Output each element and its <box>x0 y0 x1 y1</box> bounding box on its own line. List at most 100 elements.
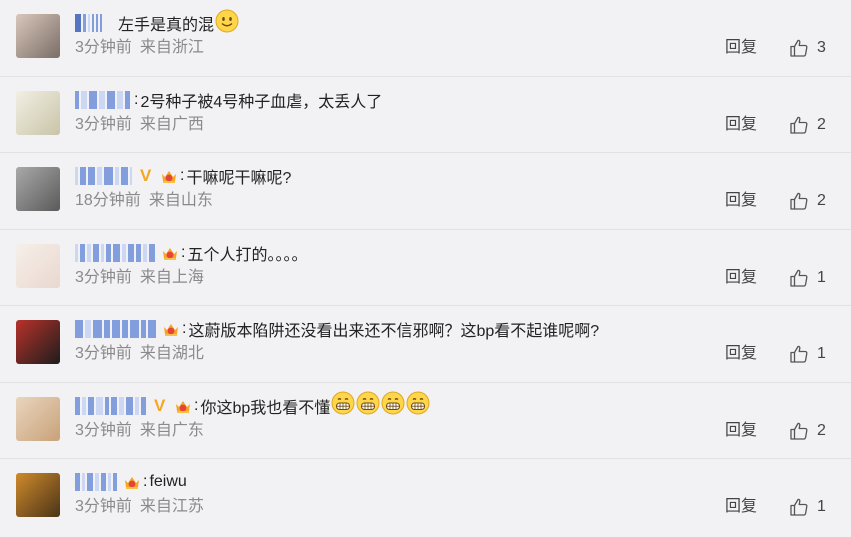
emoji-group <box>214 9 239 38</box>
comment-item: : feiwu 3分钟前 来自江苏 回复 1 <box>0 459 851 536</box>
smile-emoji-icon <box>215 9 239 33</box>
comment-time: 18分钟前 <box>75 192 141 209</box>
reply-button[interactable]: 回复 <box>725 343 757 365</box>
comment-item: V : 干嘛呢干嘛呢? 18分钟前 来自山东 回复 2 <box>0 153 851 230</box>
avatar[interactable] <box>16 167 60 211</box>
comment-meta: 3分钟前 来自上海 <box>75 267 204 289</box>
reply-button[interactable]: 回复 <box>725 114 757 136</box>
avatar[interactable] <box>16 243 60 288</box>
redaction-bar <box>92 14 94 32</box>
redaction-bar <box>88 14 90 32</box>
grin-emoji-icon <box>381 391 405 415</box>
username-redacted[interactable] <box>75 470 119 494</box>
comment-text: 2号种子被4号种子血虐，太丢人了 <box>140 93 383 111</box>
redaction-bar <box>122 320 128 338</box>
redaction-bar <box>75 14 81 32</box>
like-button[interactable]: 1 <box>789 266 826 290</box>
thumbs-up-icon <box>790 498 808 516</box>
separator-colon: : <box>143 473 148 490</box>
username-redacted[interactable] <box>75 394 148 418</box>
comment-text: 五个人打的。。。。 <box>187 246 308 264</box>
redaction-bar <box>89 90 97 109</box>
username-redacted[interactable] <box>75 11 104 35</box>
username-redacted[interactable] <box>75 317 158 341</box>
redaction-bar <box>80 167 86 185</box>
vip-crown-icon <box>174 397 192 415</box>
redaction-bar <box>105 396 109 415</box>
comment-location: 来自广西 <box>139 115 204 133</box>
redaction-bar <box>101 243 104 262</box>
like-button[interactable]: 1 <box>789 495 826 519</box>
grin-emoji-icon <box>406 391 430 415</box>
thumbs-up-icon <box>790 422 808 440</box>
emoji-group <box>330 391 430 420</box>
comment-time: 3分钟前 <box>75 498 132 515</box>
comment-line: : 这蔚版本陷阱还没看出来还不信邪啊？这bp看不起谁呢啊? <box>75 314 831 344</box>
redaction-bar <box>88 396 94 415</box>
redaction-bar <box>93 320 102 338</box>
reply-button[interactable]: 回复 <box>725 267 757 289</box>
like-button[interactable]: 2 <box>789 113 826 137</box>
redaction-bar <box>93 243 99 262</box>
redaction-bar <box>107 90 115 109</box>
like-button[interactable]: 1 <box>789 342 826 366</box>
redaction-bar <box>111 396 117 415</box>
like-count: 2 <box>817 421 826 439</box>
redaction-bar <box>75 167 78 185</box>
reply-button[interactable]: 回复 <box>725 496 757 518</box>
comment-time: 3分钟前 <box>75 115 132 133</box>
reply-button[interactable]: 回复 <box>725 420 757 442</box>
redaction-bar <box>87 243 91 262</box>
redaction-bar <box>143 243 147 262</box>
comment-list: 左手是真的混 3分钟前 来自浙江 回复 3 : 2号种子被4号种子血虐，太丢人了 … <box>0 0 851 537</box>
vip-crown-icon <box>162 320 180 338</box>
avatar[interactable] <box>16 473 60 517</box>
redaction-bar <box>75 396 80 415</box>
separator-colon: : <box>181 243 186 261</box>
comment-item: 左手是真的混 3分钟前 来自浙江 回复 3 <box>0 0 851 77</box>
like-button[interactable]: 2 <box>789 189 826 213</box>
thumbs-up-icon <box>790 269 808 287</box>
redaction-bar <box>141 396 146 415</box>
redaction-bar <box>122 243 126 262</box>
redaction-bar <box>104 167 113 185</box>
username-redacted[interactable] <box>75 88 132 112</box>
redaction-bar <box>82 473 85 491</box>
grin-emoji-icon <box>331 391 355 415</box>
comment-meta: 3分钟前 来自湖北 <box>75 343 204 365</box>
comment-line: : 五个人打的。。。。 <box>75 238 831 268</box>
separator-colon: : <box>182 320 187 337</box>
like-button[interactable]: 2 <box>789 419 826 443</box>
comment-text: 你这bp我也看不懂 <box>200 399 331 417</box>
verified-v-icon: V <box>140 166 152 185</box>
avatar[interactable] <box>16 396 60 441</box>
comment-line: : 2号种子被4号种子血虐，太丢人了 <box>75 85 831 115</box>
username-redacted[interactable] <box>75 241 157 265</box>
redaction-bar <box>130 167 132 185</box>
comment-line: V : 干嘛呢干嘛呢? <box>75 161 831 191</box>
redaction-bar <box>104 320 110 338</box>
reply-button[interactable]: 回复 <box>725 37 757 59</box>
redaction-bar <box>125 90 130 109</box>
avatar[interactable] <box>16 90 60 135</box>
comment-item: V : 你这bp我也看不懂 3分钟前 来自广东 回复 2 <box>0 383 851 459</box>
like-button[interactable]: 3 <box>789 36 826 60</box>
thumbs-up-icon <box>790 192 808 210</box>
vip-crown-icon <box>160 167 178 185</box>
comment-text: 这蔚版本陷阱还没看出来还不信邪啊？这bp看不起谁呢啊? <box>188 323 600 340</box>
reply-button[interactable]: 回复 <box>725 190 757 212</box>
comment-line: : feiwu <box>75 467 831 497</box>
like-count: 1 <box>817 345 826 362</box>
avatar[interactable] <box>16 14 60 58</box>
comment-line: V : 你这bp我也看不懂 <box>75 391 831 421</box>
comment-location: 来自浙江 <box>139 39 204 56</box>
comment-location: 来自山东 <box>148 192 213 209</box>
redaction-bar <box>100 14 102 32</box>
username-redacted[interactable] <box>75 164 134 188</box>
redaction-bar <box>119 396 124 415</box>
avatar[interactable] <box>16 320 60 364</box>
redaction-bar <box>75 243 78 262</box>
like-count: 3 <box>817 39 826 56</box>
comment-time: 3分钟前 <box>75 345 132 362</box>
redaction-bar <box>75 90 79 109</box>
